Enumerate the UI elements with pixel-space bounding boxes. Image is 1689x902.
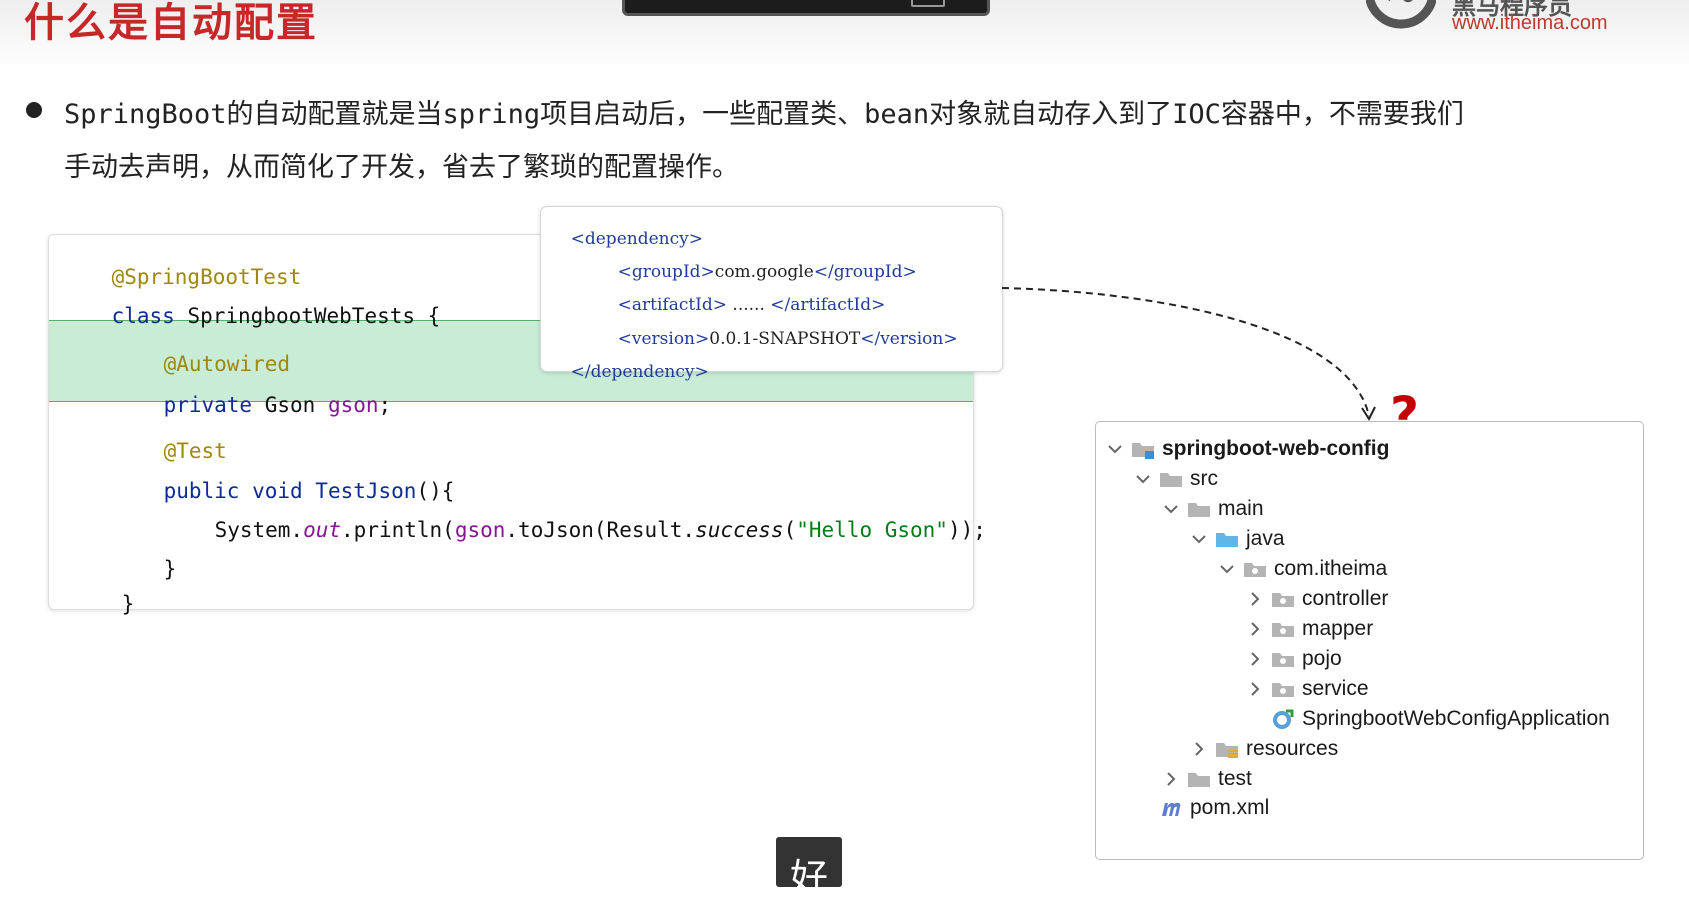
tree-node-package[interactable]: com.itheima (1216, 554, 1387, 584)
resources-folder-icon (1214, 738, 1240, 760)
tree-node-resources[interactable]: resources (1188, 734, 1338, 764)
project-tree-panel: springboot-web-config src main java com.… (1095, 421, 1644, 860)
tree-node-java[interactable]: java (1188, 524, 1285, 554)
tree-node-controller[interactable]: controller (1244, 584, 1388, 614)
maven-file-icon (1158, 797, 1184, 819)
tree-label-resources: resources (1246, 737, 1339, 760)
folder-icon (1186, 768, 1212, 790)
chevron-down-icon[interactable] (1132, 468, 1154, 490)
tree-node-src[interactable]: src (1132, 464, 1218, 494)
tree-label-java: java (1246, 527, 1285, 550)
tree-label-src: src (1190, 467, 1218, 490)
module-folder-icon (1130, 438, 1156, 460)
package-folder-icon (1270, 588, 1296, 610)
package-folder-icon (1270, 678, 1296, 700)
spring-class-icon (1270, 708, 1296, 730)
tree-node-app-class[interactable]: SpringbootWebConfigApplication (1270, 704, 1610, 734)
tree-node-mapper[interactable]: mapper (1244, 614, 1373, 644)
tree-label-service: service (1302, 677, 1369, 700)
tree-label-app-class: SpringbootWebConfigApplication (1302, 707, 1610, 730)
chevron-down-icon[interactable] (1104, 438, 1126, 460)
tree-node-main[interactable]: main (1160, 494, 1264, 524)
package-folder-icon (1270, 618, 1296, 640)
folder-icon (1186, 498, 1212, 520)
tree-node-test[interactable]: test (1160, 764, 1252, 794)
tree-node-pojo[interactable]: pojo (1244, 644, 1342, 674)
tree-label-main: main (1218, 497, 1264, 520)
chevron-down-icon[interactable] (1188, 528, 1210, 550)
chevron-down-icon[interactable] (1216, 558, 1238, 580)
folder-icon (1158, 468, 1184, 490)
tree-node-root[interactable]: springboot-web-config (1104, 434, 1389, 464)
package-folder-icon (1242, 558, 1268, 580)
subtitle-text: 好 (789, 856, 828, 900)
chevron-right-icon[interactable] (1244, 678, 1266, 700)
tree-node-service[interactable]: service (1244, 674, 1369, 704)
tree-label-mapper: mapper (1302, 617, 1374, 640)
chevron-down-icon[interactable] (1160, 498, 1182, 520)
tree-label-root: springboot-web-config (1162, 437, 1390, 460)
package-folder-icon (1270, 648, 1296, 670)
tree-label-test: test (1218, 767, 1252, 790)
tree-label-pom: pom.xml (1190, 796, 1270, 819)
chevron-right-icon[interactable] (1244, 618, 1266, 640)
chevron-right-icon[interactable] (1188, 738, 1210, 760)
tree-label-controller: controller (1302, 587, 1389, 610)
chevron-right-icon[interactable] (1244, 648, 1266, 670)
source-folder-icon (1214, 528, 1240, 550)
tree-label-package: com.itheima (1274, 557, 1388, 580)
chevron-right-icon[interactable] (1160, 768, 1182, 790)
chevron-right-icon[interactable] (1244, 588, 1266, 610)
tree-node-pom[interactable]: pom.xml (1158, 793, 1269, 823)
subtitle-caption: 好 (776, 837, 842, 900)
tree-label-pojo: pojo (1302, 647, 1342, 670)
